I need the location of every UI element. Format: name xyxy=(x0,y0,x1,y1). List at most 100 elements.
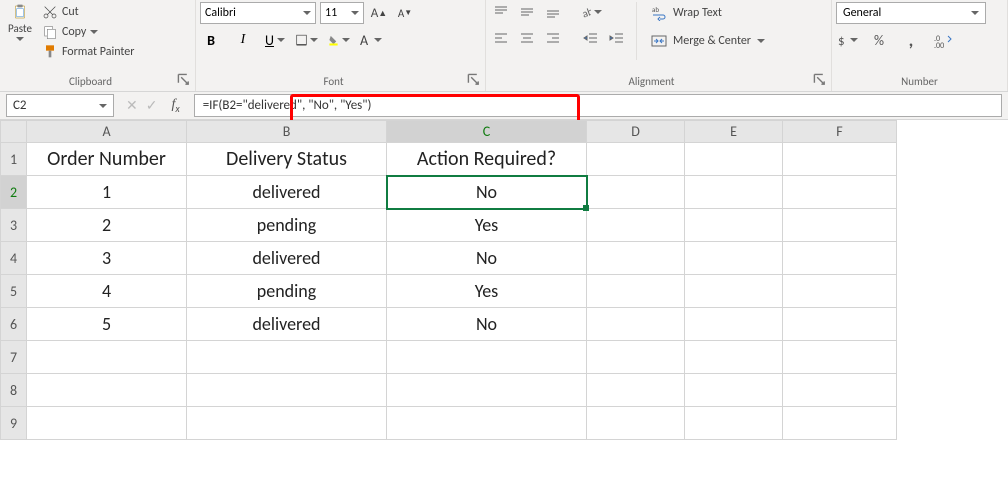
comma-button[interactable]: , xyxy=(900,30,922,50)
cell[interactable] xyxy=(783,308,897,341)
paste-button[interactable]: Paste xyxy=(4,2,36,43)
fx-icon[interactable]: fx xyxy=(165,97,185,115)
cell[interactable] xyxy=(685,242,783,275)
cell[interactable] xyxy=(783,341,897,374)
increase-font-button[interactable]: A▲ xyxy=(368,3,390,23)
column-header[interactable]: F xyxy=(783,121,897,143)
row-header[interactable]: 4 xyxy=(1,242,27,275)
merge-center-button[interactable]: Merge & Center xyxy=(645,30,771,52)
cell[interactable] xyxy=(187,407,387,440)
wrap-text-button[interactable]: ab Wrap Text xyxy=(645,2,771,24)
cell[interactable] xyxy=(685,176,783,209)
name-box[interactable]: C2 xyxy=(6,94,114,117)
cell[interactable] xyxy=(187,341,387,374)
cell[interactable] xyxy=(783,374,897,407)
cell[interactable]: No xyxy=(387,242,587,275)
cell[interactable]: No xyxy=(387,308,587,341)
cell[interactable] xyxy=(685,308,783,341)
cell[interactable] xyxy=(783,176,897,209)
cell[interactable] xyxy=(387,374,587,407)
cell[interactable] xyxy=(685,341,783,374)
cell[interactable]: No xyxy=(387,176,587,209)
align-bottom-button[interactable] xyxy=(542,2,564,22)
cell[interactable] xyxy=(685,407,783,440)
align-middle-button[interactable] xyxy=(516,2,538,22)
cell[interactable] xyxy=(783,242,897,275)
cell[interactable] xyxy=(685,374,783,407)
cell[interactable] xyxy=(587,209,685,242)
row-header[interactable]: 2 xyxy=(1,176,27,209)
cell[interactable] xyxy=(387,407,587,440)
enter-icon[interactable]: ✓ xyxy=(146,97,158,114)
select-all-corner[interactable] xyxy=(1,121,27,143)
row-header[interactable]: 8 xyxy=(1,374,27,407)
cell[interactable]: Order Number xyxy=(27,143,187,176)
row-header[interactable]: 3 xyxy=(1,209,27,242)
cell[interactable]: Action Required? xyxy=(387,143,587,176)
cell[interactable] xyxy=(783,407,897,440)
cell[interactable]: 3 xyxy=(27,242,187,275)
cell[interactable] xyxy=(587,341,685,374)
cell[interactable]: 1 xyxy=(27,176,187,209)
fill-handle[interactable] xyxy=(583,205,589,211)
cell[interactable]: pending xyxy=(187,275,387,308)
cell[interactable]: Yes xyxy=(387,275,587,308)
cell[interactable]: delivered xyxy=(187,242,387,275)
row-header[interactable]: 6 xyxy=(1,308,27,341)
percent-button[interactable]: % xyxy=(868,30,890,50)
cell[interactable] xyxy=(587,308,685,341)
column-header[interactable]: C xyxy=(387,121,587,143)
cell[interactable]: pending xyxy=(187,209,387,242)
decrease-indent-button[interactable] xyxy=(580,28,602,48)
row-header[interactable]: 5 xyxy=(1,275,27,308)
cancel-icon[interactable]: ✕ xyxy=(126,97,138,114)
cell[interactable]: Yes xyxy=(387,209,587,242)
number-format-select[interactable]: General xyxy=(836,2,986,24)
cell[interactable]: Delivery Status xyxy=(187,143,387,176)
dialog-launcher-icon[interactable] xyxy=(177,73,191,87)
align-top-button[interactable] xyxy=(490,2,512,22)
row-header[interactable]: 9 xyxy=(1,407,27,440)
underline-button[interactable]: U xyxy=(264,30,286,50)
copy-button[interactable]: Copy xyxy=(40,22,137,42)
cell[interactable] xyxy=(27,374,187,407)
accounting-format-button[interactable]: $ xyxy=(836,30,858,50)
cell[interactable] xyxy=(587,374,685,407)
row-header[interactable]: 7 xyxy=(1,341,27,374)
bold-button[interactable]: B xyxy=(200,30,222,50)
cell[interactable] xyxy=(587,143,685,176)
cell[interactable] xyxy=(587,275,685,308)
orientation-button[interactable]: ab xyxy=(580,2,602,22)
spreadsheet-grid[interactable]: ABCDEF1Order NumberDelivery StatusAction… xyxy=(0,120,1008,440)
cell[interactable]: 4 xyxy=(27,275,187,308)
column-header[interactable]: D xyxy=(587,121,685,143)
cell[interactable] xyxy=(587,176,685,209)
cell[interactable]: 5 xyxy=(27,308,187,341)
font-name-select[interactable]: Calibri xyxy=(200,2,316,24)
dialog-launcher-icon[interactable] xyxy=(467,73,481,87)
format-painter-button[interactable]: Format Painter xyxy=(40,42,137,62)
align-center-button[interactable] xyxy=(516,28,538,48)
column-header[interactable]: A xyxy=(27,121,187,143)
dialog-launcher-icon[interactable] xyxy=(813,73,827,87)
cell[interactable]: 2 xyxy=(27,209,187,242)
fill-color-button[interactable] xyxy=(328,30,350,50)
column-header[interactable]: B xyxy=(187,121,387,143)
cell[interactable] xyxy=(587,407,685,440)
cell[interactable] xyxy=(685,209,783,242)
increase-decimal-button[interactable]: .0.00 xyxy=(932,30,954,50)
decrease-font-button[interactable]: A▼ xyxy=(394,3,416,23)
cell[interactable] xyxy=(27,407,187,440)
cut-button[interactable]: Cut xyxy=(40,2,137,22)
row-header[interactable]: 1 xyxy=(1,143,27,176)
cell[interactable] xyxy=(685,275,783,308)
align-left-button[interactable] xyxy=(490,28,512,48)
cell[interactable] xyxy=(187,374,387,407)
italic-button[interactable]: I xyxy=(232,30,254,50)
formula-input[interactable]: =IF(B2="delivered", "No", "Yes") xyxy=(194,94,1002,117)
cell[interactable] xyxy=(783,275,897,308)
cell[interactable] xyxy=(783,209,897,242)
align-right-button[interactable] xyxy=(542,28,564,48)
cell[interactable] xyxy=(783,143,897,176)
cell[interactable]: delivered xyxy=(187,176,387,209)
